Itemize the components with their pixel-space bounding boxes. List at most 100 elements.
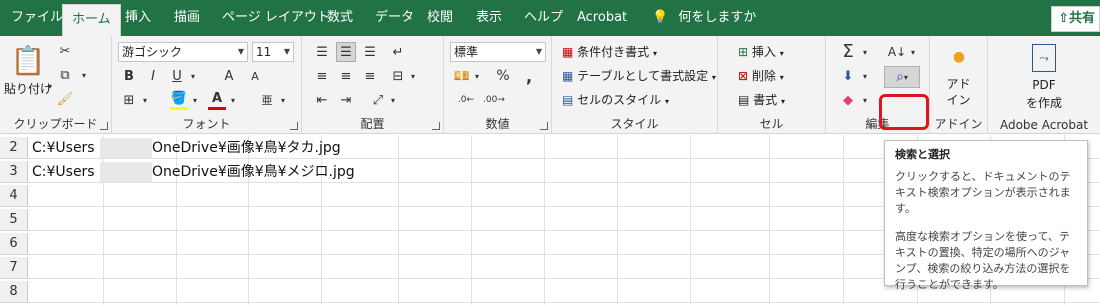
clipboard-launcher-icon[interactable] <box>100 122 108 130</box>
group-acrobat: ⤳ PDF を作成 Adobe Acrobat <box>988 36 1100 134</box>
tab-formulas[interactable]: 数式 <box>318 0 362 36</box>
tab-data[interactable]: データ <box>366 0 423 36</box>
currency-dropdown-icon[interactable]: ▾ <box>472 66 482 86</box>
percent-button[interactable]: % <box>494 66 512 86</box>
orientation-dropdown-icon[interactable]: ▾ <box>388 90 398 110</box>
increase-decimal-icon[interactable]: .0← <box>454 90 478 110</box>
wrap-text-icon[interactable]: ↵ <box>388 42 408 62</box>
chevron-down-icon: ▾ <box>779 73 784 82</box>
sort-dropdown-icon[interactable]: ▾ <box>908 42 918 62</box>
tell-me-box[interactable]: 💡 何をしますか <box>652 0 756 36</box>
italic-button[interactable]: I <box>144 66 162 86</box>
copy-dropdown-icon[interactable]: ▾ <box>78 66 90 84</box>
row-header[interactable]: 8 <box>0 281 28 303</box>
number-format-select[interactable]: 標準 ▼ <box>450 42 546 62</box>
fill-dropdown-icon[interactable]: ▾ <box>190 90 200 110</box>
decrease-indent-icon[interactable]: ⇤ <box>312 90 332 110</box>
cell-styles-button[interactable]: ▤ セルのスタイル ▾ <box>562 90 669 112</box>
merge-dropdown-icon[interactable]: ▾ <box>408 66 418 86</box>
align-left-icon[interactable]: ≡ <box>312 66 332 86</box>
font-color-icon[interactable]: A <box>208 90 226 110</box>
tell-me-text: 何をしますか <box>678 10 757 25</box>
addins-icon[interactable]: ● <box>950 48 968 66</box>
align-center-icon[interactable]: ≡ <box>336 66 356 86</box>
format-as-table-label: テーブルとして書式設定 <box>577 69 709 83</box>
delete-cells-button[interactable]: ⊠ 削除 ▾ <box>738 66 784 88</box>
row-header[interactable]: 3 <box>0 161 28 183</box>
format-painter-icon[interactable]: 🖌 <box>56 90 74 108</box>
fill-dropdown-icon[interactable]: ▾ <box>860 66 870 86</box>
row-header[interactable]: 4 <box>0 185 28 207</box>
find-select-button[interactable]: ⌕ ▾ <box>884 66 920 88</box>
align-bottom-icon[interactable]: ☰ <box>360 42 380 62</box>
tab-draw[interactable]: 描画 <box>165 0 209 36</box>
clear-icon[interactable]: ◆ <box>838 90 858 110</box>
clear-dropdown-icon[interactable]: ▾ <box>860 90 870 110</box>
decrease-decimal-icon[interactable]: .00→ <box>482 90 506 110</box>
shrink-font-button[interactable]: A <box>246 66 264 86</box>
share-button[interactable]: ⇧共有 <box>1051 6 1100 32</box>
tab-help[interactable]: ヘルプ <box>515 0 572 36</box>
paste-icon[interactable]: 📋 <box>10 42 46 78</box>
pdf-icon[interactable]: ⤳ <box>1032 44 1056 72</box>
cut-icon[interactable]: ✂ <box>56 42 74 60</box>
create-pdf-line2[interactable]: を作成 <box>988 94 1100 111</box>
tab-view[interactable]: 表示 <box>467 0 511 36</box>
increase-indent-icon[interactable]: ⇥ <box>336 90 356 110</box>
bold-button[interactable]: B <box>120 66 138 86</box>
orientation-icon[interactable]: ⤢ <box>368 90 388 110</box>
autosum-button[interactable]: Σ <box>838 40 858 62</box>
cell-styles-icon: ▤ <box>562 93 574 107</box>
row-header[interactable]: 2 <box>0 137 28 159</box>
fill-down-icon[interactable]: ⬇ <box>838 66 858 86</box>
tab-acrobat[interactable]: Acrobat <box>568 0 636 36</box>
currency-icon[interactable]: 💴 <box>452 66 472 86</box>
alignment-launcher-icon[interactable] <box>432 122 440 130</box>
font-name-select[interactable]: 游ゴシック ▼ <box>118 42 248 62</box>
phonetic-icon[interactable]: 亜 <box>258 90 276 110</box>
tab-review[interactable]: 校閲 <box>418 0 462 36</box>
chevron-down-icon: ▾ <box>781 97 786 106</box>
cell-styles-label: セルのスタイル <box>577 93 662 107</box>
chevron-down-icon: ▾ <box>903 72 908 82</box>
align-top-icon[interactable]: ☰ <box>312 42 332 62</box>
conditional-format-label: 条件付き書式 <box>577 45 650 59</box>
phonetic-dropdown-icon[interactable]: ▾ <box>278 90 288 110</box>
comma-button[interactable]: , <box>520 66 538 86</box>
tab-home[interactable]: ホーム <box>62 4 121 36</box>
font-size-select[interactable]: 11 ▼ <box>252 42 294 62</box>
insert-cells-button[interactable]: ⊞ 挿入 ▾ <box>738 42 784 64</box>
sort-filter-icon[interactable]: A↓ <box>886 42 908 62</box>
group-cells: ⊞ 挿入 ▾ ⊠ 削除 ▾ ▤ 書式 ▾ セル <box>718 36 826 134</box>
addins-button[interactable]: アド イン <box>930 76 987 108</box>
underline-dropdown-icon[interactable]: ▾ <box>188 66 198 86</box>
borders-dropdown-icon[interactable]: ▾ <box>140 90 150 110</box>
grow-font-button[interactable]: A <box>220 66 238 86</box>
cell-path-prefix: C:¥Users <box>32 140 95 156</box>
share-icon: ⇧ <box>1058 11 1069 26</box>
paste-dropdown-icon[interactable]: ▾ <box>48 82 52 91</box>
fill-color-icon[interactable]: 🪣 <box>170 90 188 110</box>
number-launcher-icon[interactable] <box>540 122 548 130</box>
conditional-format-icon: ▦ <box>562 45 574 59</box>
create-pdf-line1[interactable]: PDF <box>988 78 1100 92</box>
font-launcher-icon[interactable] <box>290 122 298 130</box>
row-header[interactable]: 6 <box>0 233 28 255</box>
row-header[interactable]: 5 <box>0 209 28 231</box>
format-as-table-button[interactable]: ▦ テーブルとして書式設定 ▾ <box>562 66 716 88</box>
conditional-format-button[interactable]: ▦ 条件付き書式 ▾ <box>562 42 657 64</box>
copy-icon[interactable]: ⧉ <box>56 66 74 84</box>
row-header[interactable]: 7 <box>0 257 28 279</box>
insert-cells-icon: ⊞ <box>738 45 749 59</box>
autosum-dropdown-icon[interactable]: ▾ <box>860 42 870 62</box>
font-color-dropdown-icon[interactable]: ▾ <box>228 90 238 110</box>
align-middle-icon[interactable]: ☰ <box>336 42 356 62</box>
merge-center-icon[interactable]: ⊟ <box>388 66 408 86</box>
tab-insert[interactable]: 挿入 <box>116 0 160 36</box>
format-cells-button[interactable]: ▤ 書式 ▾ <box>738 90 785 112</box>
chevron-down-icon: ▾ <box>711 73 716 82</box>
borders-icon[interactable]: ⊞ <box>120 90 138 110</box>
paste-button[interactable]: 貼り付け <box>4 80 52 97</box>
underline-button[interactable]: U <box>168 66 186 86</box>
align-right-icon[interactable]: ≡ <box>360 66 380 86</box>
